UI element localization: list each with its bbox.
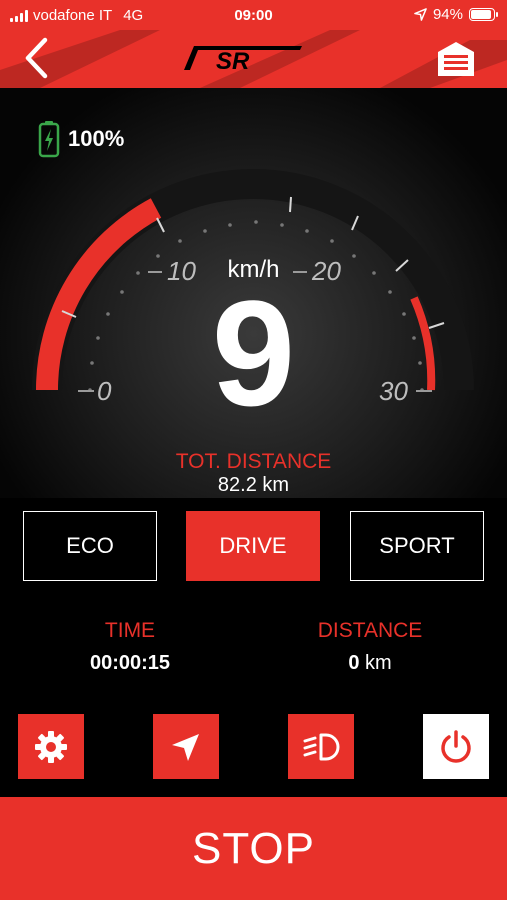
trip-distance-value: 0 km xyxy=(270,652,470,675)
garage-icon xyxy=(438,42,474,76)
chevron-left-icon xyxy=(25,37,48,79)
trip-time-value: 00:00:15 xyxy=(89,652,171,674)
speed-dashboard: 100% 0 10 20 30 km/h 9 TOT. DISTANCE 82.… xyxy=(0,88,507,498)
battery-icon xyxy=(469,8,498,21)
trip-distance-unit: km xyxy=(365,652,392,674)
status-right: 94% xyxy=(414,6,498,23)
gear-icon xyxy=(35,730,67,763)
trip-distance-number: 0 xyxy=(348,652,360,674)
app-header: SR xyxy=(0,30,507,88)
battery-percent: 94% xyxy=(432,6,463,23)
mode-eco-button[interactable]: ECO xyxy=(23,511,157,581)
back-button[interactable] xyxy=(18,36,58,80)
status-bar: vodafone IT 4G 09:00 94% xyxy=(0,0,507,30)
trip-time-label: TIME xyxy=(104,619,156,642)
garage-button[interactable] xyxy=(435,38,477,80)
stop-button[interactable]: STOP xyxy=(0,797,507,900)
brand-logo: SR xyxy=(184,46,302,74)
total-distance-label: TOT. DISTANCE xyxy=(175,450,332,473)
settings-button[interactable] xyxy=(18,714,84,779)
headlight-button[interactable] xyxy=(288,714,354,779)
headlight-icon xyxy=(303,733,340,760)
power-icon xyxy=(441,729,471,763)
location-arrow-icon xyxy=(414,8,427,21)
total-distance-value: 82.2 km xyxy=(217,474,290,496)
trip-distance-label: DISTANCE xyxy=(317,619,423,642)
mode-sport-button[interactable]: SPORT xyxy=(350,511,484,581)
power-button[interactable] xyxy=(423,714,489,779)
mode-drive-button[interactable]: DRIVE xyxy=(186,511,320,581)
navigation-button[interactable] xyxy=(153,714,219,779)
logo-text: SR xyxy=(216,48,250,74)
current-speed: 9 xyxy=(211,269,296,437)
navigation-arrow-icon xyxy=(172,733,199,761)
